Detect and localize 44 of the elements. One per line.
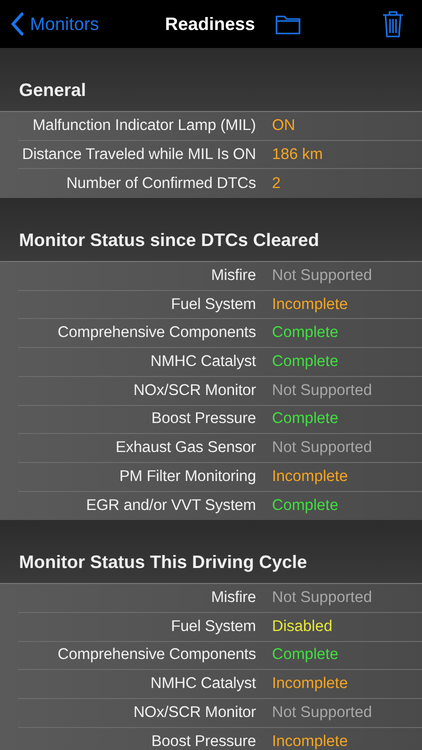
status-value: Not Supported	[272, 589, 372, 608]
row-label: NMHC Catalyst	[150, 352, 256, 371]
row-label: Number of Confirmed DTCs	[65, 174, 256, 193]
trash-icon[interactable]	[382, 10, 404, 38]
section-header: General	[19, 80, 86, 101]
status-value: 186 km	[272, 146, 323, 164]
status-value: Complete	[272, 646, 338, 664]
status-value: Complete	[272, 496, 338, 515]
row-label: NOx/SCR Monitor	[132, 382, 256, 400]
section-header: Monitor Status This Driving Cycle	[19, 552, 308, 574]
section-header: Monitor Status since DTCs Cleared	[19, 230, 320, 252]
status-value: Not Supported	[272, 439, 372, 458]
status-value: Incomplete	[272, 296, 348, 314]
status-value: Complete	[272, 410, 338, 428]
status-value: Incomplete	[272, 675, 348, 694]
row-label: Malfunction Indicator Lamp (MIL)	[32, 116, 256, 135]
row-label: Fuel System	[170, 296, 256, 314]
row-label: Fuel System	[170, 618, 256, 636]
status-value: Not Supported	[272, 382, 372, 400]
row-label: Misfire	[210, 266, 256, 285]
folder-icon[interactable]	[275, 13, 301, 35]
chevron-left-icon	[10, 12, 24, 36]
row-label: Boost Pressure	[150, 733, 256, 750]
row-label: Boost Pressure	[150, 410, 256, 428]
status-value: Complete	[272, 324, 338, 342]
row-label: Distance Traveled while MIL Is ON	[21, 146, 256, 164]
status-value: Incomplete	[272, 468, 348, 486]
status-value: Not Supported	[272, 266, 372, 285]
status-value: Complete	[272, 352, 338, 371]
row-label: NOx/SCR Monitor	[132, 704, 256, 722]
status-value: 2	[272, 174, 281, 193]
row-label: NMHC Catalyst	[150, 675, 256, 694]
status-value: Not Supported	[272, 704, 372, 722]
status-value: Disabled	[272, 618, 332, 636]
row-label: PM Filter Monitoring	[118, 468, 256, 486]
status-value: ON	[272, 116, 296, 135]
row-label: EGR and/or VVT System	[85, 496, 256, 515]
screen-title: Readiness	[165, 14, 256, 34]
back-button[interactable]: Monitors	[10, 12, 100, 36]
row-label: Exhaust Gas Sensor	[114, 439, 256, 458]
row-label: Comprehensive Components	[56, 324, 256, 342]
status-value: Incomplete	[272, 733, 348, 750]
row-label: Comprehensive Components	[56, 646, 256, 664]
row-label: Misfire	[210, 589, 256, 608]
